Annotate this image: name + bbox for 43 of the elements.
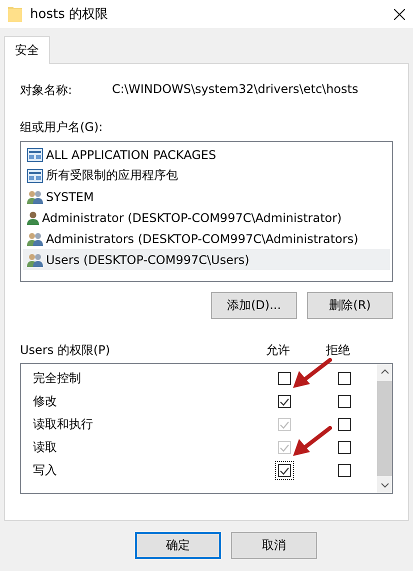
field-label: 对象名称: xyxy=(20,82,74,99)
list-item[interactable]: Administrators (DESKTOP-COM997C\Administrators) xyxy=(23,228,390,249)
object-path: C:\WINDOWS\system32\drivers\etc\hosts xyxy=(112,82,358,98)
checkbox[interactable] xyxy=(338,418,350,431)
action-button[interactable]: 添加(D)... xyxy=(211,292,297,319)
tab[interactable]: 安全 xyxy=(4,36,50,64)
list-label: Users 的权限(P) xyxy=(20,342,112,359)
window-title: hosts 的权限 xyxy=(30,6,109,23)
users-icon xyxy=(27,190,43,204)
permission-name: 读取和执行 xyxy=(32,416,94,433)
users-icon xyxy=(27,252,43,266)
scroll-down-icon[interactable] xyxy=(380,483,388,488)
permission-name: 写入 xyxy=(32,462,58,479)
action-button[interactable]: 删除(R) xyxy=(307,292,393,319)
user-icon xyxy=(27,210,39,224)
folder-icon xyxy=(8,6,22,22)
scrollbar[interactable] xyxy=(377,364,392,493)
checkbox[interactable] xyxy=(338,372,350,385)
permission-name: 读取 xyxy=(32,439,58,456)
list-item[interactable]: Administrator (DESKTOP-COM997C\Administrator) xyxy=(23,207,390,228)
dialog-button[interactable]: 确定 xyxy=(135,532,221,559)
checkbox[interactable] xyxy=(338,395,350,408)
checkbox[interactable] xyxy=(338,464,350,477)
list-item[interactable]: SYSTEM xyxy=(23,186,390,207)
checkbox[interactable] xyxy=(278,372,290,385)
list-item[interactable]: ALL APPLICATION PACKAGES xyxy=(23,144,390,165)
list-label: 组或用户名(G): xyxy=(20,119,104,136)
dialog-button[interactable]: 取消 xyxy=(231,532,317,559)
checkbox[interactable] xyxy=(338,441,350,454)
annotation-arrow xyxy=(293,426,332,456)
scroll-up-icon[interactable] xyxy=(380,369,388,374)
checkbox[interactable] xyxy=(278,395,290,408)
column-header: 允许 xyxy=(265,342,291,359)
package-icon xyxy=(27,168,43,182)
package-icon xyxy=(27,148,43,162)
annotation-arrow xyxy=(293,358,332,388)
permission-name: 完全控制 xyxy=(32,370,82,387)
close-icon[interactable] xyxy=(394,8,405,20)
users-icon xyxy=(27,232,43,246)
permission-name: 修改 xyxy=(32,393,58,410)
list-item[interactable]: 所有受限制的应用程序包 xyxy=(23,165,390,186)
list-item[interactable]: Users (DESKTOP-COM997C\Users) xyxy=(23,249,390,270)
column-header: 拒绝 xyxy=(325,342,351,359)
